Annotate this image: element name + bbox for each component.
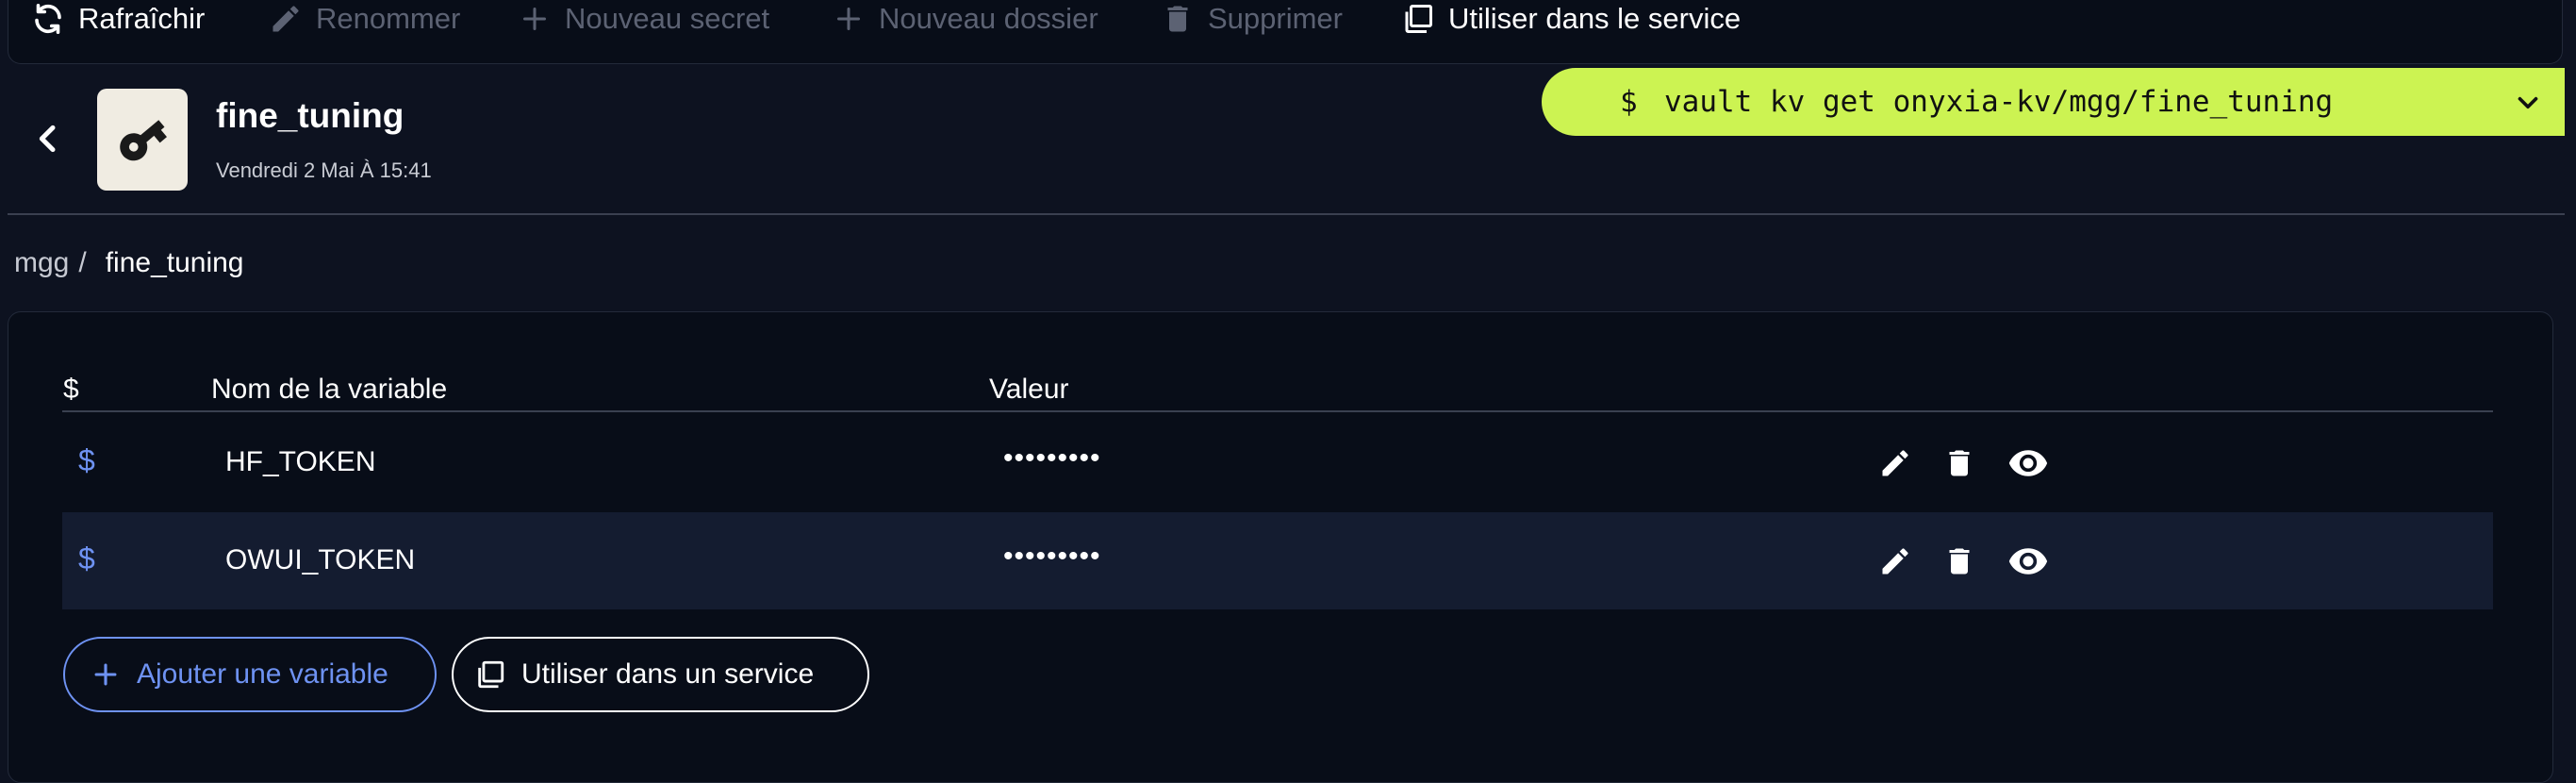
edit-button[interactable]: [1877, 543, 1913, 579]
copy-icon: [1401, 2, 1435, 36]
new-secret-label: Nouveau secret: [565, 2, 770, 35]
plus-icon: [832, 2, 866, 36]
breadcrumb-root[interactable]: mgg: [14, 247, 69, 279]
show-value-button[interactable]: [2006, 543, 2050, 579]
use-in-a-service-label: Utiliser dans un service: [521, 658, 815, 690]
breadcrumb-current: fine_tuning: [105, 247, 244, 278]
refresh-label: Rafraîchir: [78, 2, 206, 35]
refresh-icon: [31, 2, 65, 36]
variable-name[interactable]: OWUI_TOKEN: [225, 544, 415, 576]
eye-icon: [2008, 548, 2048, 575]
delete-variable-button[interactable]: [1941, 543, 1977, 579]
back-button[interactable]: [26, 117, 70, 160]
eye-icon: [2008, 450, 2048, 476]
copy-icon: [474, 658, 506, 691]
column-header-value: Valeur: [989, 374, 1069, 405]
vault-command-bar[interactable]: $ vault kv get onyxia-kv/mgg/fine_tuning: [1542, 68, 2565, 136]
trash-icon: [1949, 450, 1970, 476]
variable-name[interactable]: HF_TOKEN: [225, 446, 375, 478]
last-modified-date: Vendredi 2 Mai À 15:41: [216, 158, 432, 182]
rename-label: Renommer: [316, 2, 461, 35]
pencil-icon: [1882, 548, 1908, 575]
add-variable-label: Ajouter une variable: [137, 658, 388, 690]
command-text: vault kv get onyxia-kv/mgg/fine_tuning: [1664, 85, 2334, 119]
plus-icon: [90, 658, 122, 691]
add-variable-button[interactable]: Ajouter une variable: [63, 637, 437, 712]
use-in-service-label: Utiliser dans le service: [1448, 2, 1742, 35]
pencil-icon: [269, 2, 303, 36]
variable-value[interactable]: •••••••••: [1003, 541, 1101, 573]
new-folder-label: Nouveau dossier: [879, 2, 1098, 35]
command-prompt: $: [1620, 85, 1638, 119]
new-secret-button[interactable]: Nouveau secret: [518, 0, 769, 47]
env-dollar-sign: $: [78, 443, 95, 477]
use-in-service-button[interactable]: Utiliser dans le service: [1401, 0, 1741, 47]
key-icon: [120, 120, 167, 161]
table-row: $ HF_TOKEN •••••••••: [62, 414, 2493, 511]
table-header-divider: [62, 410, 2493, 412]
delete-button[interactable]: Supprimer: [1161, 0, 1343, 47]
chevron-left-icon: [39, 125, 56, 153]
edit-button[interactable]: [1877, 445, 1913, 481]
env-dollar-sign: $: [78, 541, 95, 575]
refresh-button[interactable]: Rafraîchir: [31, 0, 205, 47]
header-divider: [8, 213, 2565, 215]
pencil-icon: [1882, 450, 1908, 476]
column-header-name: Nom de la variable: [211, 374, 448, 405]
delete-variable-button[interactable]: [1941, 445, 1977, 481]
delete-label: Supprimer: [1208, 2, 1343, 35]
trash-icon: [1949, 548, 1970, 575]
chevron-down-icon[interactable]: [2512, 87, 2544, 119]
toolbar: Rafraîchir Renommer Nouveau secret Nouve…: [8, 0, 2563, 64]
table-row: $ OWUI_TOKEN •••••••••: [62, 512, 2493, 609]
column-header-dollar: $: [63, 374, 79, 405]
trash-icon: [1161, 2, 1195, 36]
secret-file-icon: [97, 89, 188, 191]
new-folder-button[interactable]: Nouveau dossier: [832, 0, 1098, 47]
show-value-button[interactable]: [2006, 445, 2050, 481]
page-title: fine_tuning: [216, 96, 405, 135]
use-in-a-service-button[interactable]: Utiliser dans un service: [452, 637, 869, 712]
variable-value[interactable]: •••••••••: [1003, 442, 1101, 475]
breadcrumb: mgg / fine_tuning: [14, 247, 244, 279]
rename-button[interactable]: Renommer: [269, 0, 460, 47]
breadcrumb-separator: /: [78, 247, 87, 278]
plus-icon: [518, 2, 552, 36]
